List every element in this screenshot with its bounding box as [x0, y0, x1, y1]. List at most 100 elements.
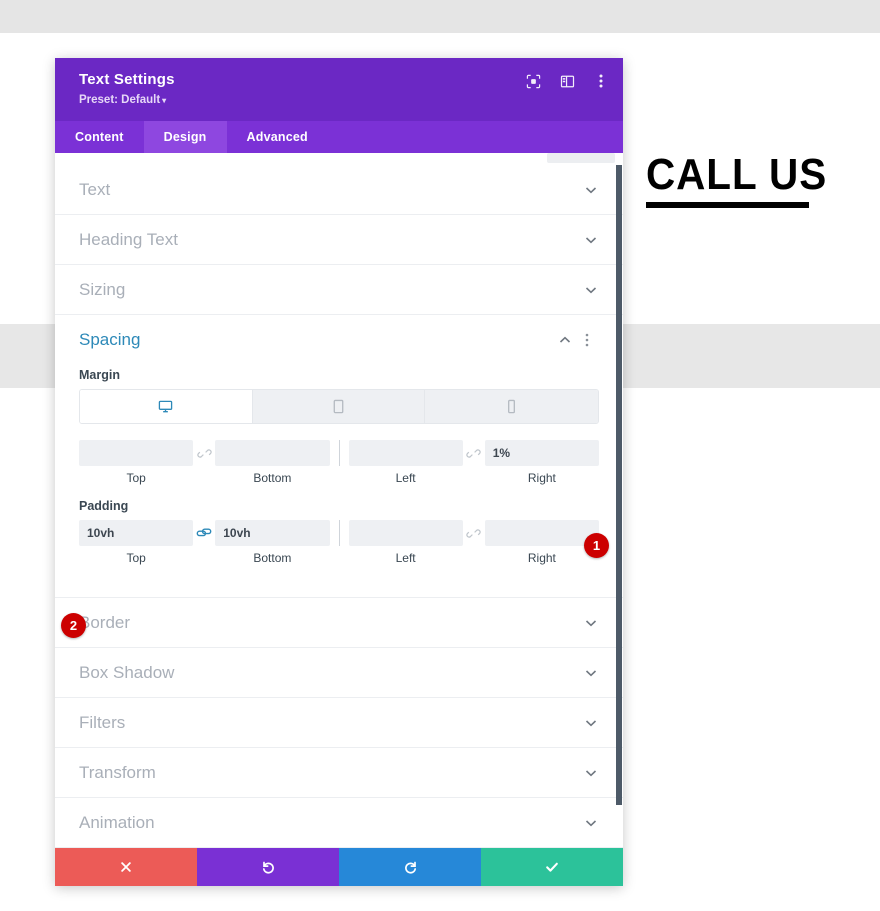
margin-right-field: Right — [484, 440, 599, 485]
padding-top-field: Top — [79, 520, 194, 565]
padding-divider — [338, 520, 340, 546]
section-spacing-label: Spacing — [79, 329, 141, 349]
chevron-down-icon[interactable] — [583, 815, 599, 831]
margin-left-input[interactable] — [348, 440, 463, 466]
padding-right-input[interactable] — [484, 520, 599, 546]
margin-left-right-group: Left Right — [348, 440, 599, 485]
margin-top-field: Top — [79, 440, 194, 485]
spacing-section-body: Margin Top Bottom Left 1% Right Padding … — [55, 368, 623, 597]
section-spacing-header[interactable]: Spacing — [55, 315, 623, 364]
margin-bottom-caption: Bottom — [253, 471, 292, 485]
chevron-down-icon[interactable] — [583, 715, 599, 731]
section-options-icon[interactable] — [585, 332, 599, 348]
section-transform[interactable]: Transform — [55, 748, 623, 798]
device-tab-phone[interactable] — [425, 390, 598, 423]
margin-top-input[interactable] — [79, 440, 194, 466]
preset-label: Preset: Default — [79, 94, 161, 106]
top-band — [0, 0, 880, 33]
padding-top-bottom-group: Top Bottom — [79, 520, 330, 565]
margin-bottom-input[interactable] — [215, 440, 330, 466]
padding-top-caption: Top — [126, 551, 146, 565]
section-sizing-label: Sizing — [79, 279, 126, 299]
section-sizing[interactable]: Sizing — [55, 265, 623, 315]
margin-left-field: Left — [348, 440, 463, 485]
margin-fields-row: Top Bottom Left 1% Right — [79, 440, 599, 485]
section-box-shadow-header[interactable]: Box Shadow — [55, 648, 623, 697]
tab-content[interactable]: Content — [55, 121, 144, 153]
section-transform-header[interactable]: Transform — [55, 748, 623, 797]
chevron-down-icon: ▾ — [162, 96, 167, 105]
margin-bottom-field: Bottom — [215, 440, 330, 485]
margin-left-right-link-icon[interactable] — [463, 440, 485, 466]
section-heading-text-header[interactable]: Heading Text — [55, 215, 623, 264]
redo-button[interactable] — [339, 848, 481, 886]
padding-bottom-field: Bottom — [215, 520, 330, 565]
settings-sections-list: Text Heading Text Sizing Spacing Margin … — [55, 153, 623, 848]
section-text[interactable]: Text — [55, 165, 623, 215]
chevron-up-icon[interactable] — [557, 332, 573, 348]
section-transform-label: Transform — [79, 762, 156, 782]
undo-icon — [261, 860, 276, 875]
chevron-down-icon[interactable] — [583, 182, 599, 198]
section-heading-text[interactable]: Heading Text — [55, 215, 623, 265]
modal-tab-bar: Content Design Advanced — [55, 121, 623, 153]
chevron-down-icon[interactable] — [583, 765, 599, 781]
margin-right-caption: Right — [527, 471, 556, 485]
section-text-header[interactable]: Text — [55, 165, 623, 214]
padding-left-input[interactable] — [348, 520, 463, 546]
margin-top-bottom-link-icon[interactable] — [193, 440, 215, 466]
check-icon — [544, 859, 560, 875]
layout-icon[interactable] — [559, 73, 575, 89]
section-box-shadow[interactable]: Box Shadow — [55, 648, 623, 698]
device-tab-tablet[interactable] — [252, 390, 426, 423]
undo-button[interactable] — [197, 848, 339, 886]
text-settings-modal: Text Settings Preset: Default ▾ Content … — [55, 58, 623, 886]
section-border-label: Border — [79, 612, 131, 632]
section-border[interactable]: Border — [55, 598, 623, 648]
more-options-icon[interactable] — [593, 73, 609, 89]
padding-bottom-caption: Bottom — [253, 551, 292, 565]
settings-scrollbar-track[interactable] — [614, 153, 623, 848]
chevron-down-icon[interactable] — [583, 282, 599, 298]
close-icon — [119, 860, 133, 874]
chevron-down-icon[interactable] — [583, 232, 599, 248]
settings-scrollbar-thumb[interactable] — [616, 165, 622, 805]
section-text-label: Text — [79, 179, 111, 199]
padding-right-field: Right — [484, 520, 599, 565]
focus-icon[interactable] — [525, 73, 541, 89]
section-sizing-header[interactable]: Sizing — [55, 265, 623, 314]
section-box-shadow-label: Box Shadow — [79, 662, 175, 682]
modal-footer — [55, 848, 623, 886]
preset-selector[interactable]: Preset: Default ▾ — [79, 92, 607, 109]
call-us-heading: CALL US — [646, 150, 828, 199]
section-filters-header[interactable]: Filters — [55, 698, 623, 747]
padding-label: Padding — [79, 499, 129, 513]
padding-left-caption: Left — [395, 551, 416, 565]
margin-top-bottom-group: Top Bottom — [79, 440, 330, 485]
cancel-button[interactable] — [55, 848, 197, 886]
redo-icon — [403, 860, 418, 875]
section-border-header[interactable]: Border — [55, 598, 623, 647]
device-tab-desktop[interactable] — [80, 390, 253, 423]
chevron-down-icon[interactable] — [583, 665, 599, 681]
section-filters[interactable]: Filters — [55, 698, 623, 748]
padding-top-bottom-link-icon[interactable] — [193, 520, 215, 546]
padding-left-right-link-icon[interactable] — [463, 520, 485, 546]
margin-right-input[interactable] — [484, 440, 599, 466]
tab-advanced[interactable]: Advanced — [227, 121, 328, 153]
padding-left-right-group: Left Right — [348, 520, 599, 565]
padding-top-input[interactable] — [79, 520, 194, 546]
header-icon-group — [525, 73, 609, 89]
section-spacing: Spacing Margin Top Bottom Left 1% Right … — [55, 315, 623, 598]
annotation-badge-1: 1 — [584, 533, 609, 558]
section-filters-label: Filters — [79, 712, 126, 732]
section-animation-header[interactable]: Animation — [55, 798, 623, 847]
tab-design[interactable]: Design — [143, 121, 227, 153]
chevron-down-icon[interactable] — [583, 615, 599, 631]
margin-top-caption: Top — [126, 471, 146, 485]
padding-bottom-input[interactable] — [215, 520, 330, 546]
section-animation[interactable]: Animation — [55, 798, 623, 848]
save-button[interactable] — [481, 848, 623, 886]
partial-scrolled-element — [547, 153, 615, 163]
section-animation-label: Animation — [79, 812, 155, 832]
